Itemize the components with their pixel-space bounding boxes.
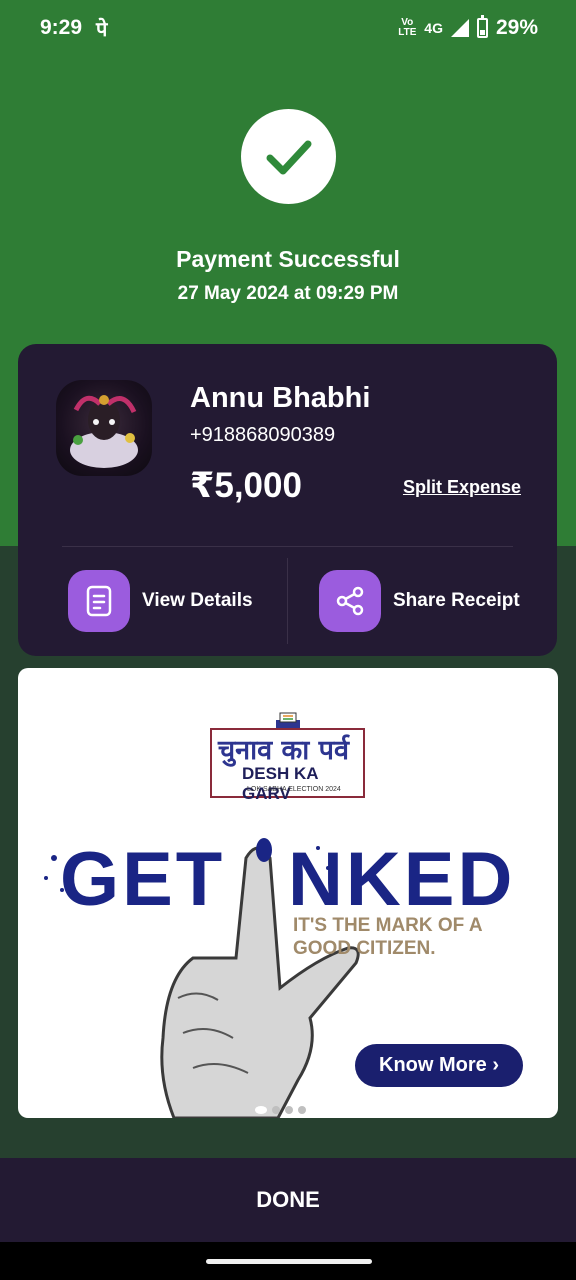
divider	[62, 546, 513, 547]
view-details-label: View Details	[142, 590, 253, 611]
carousel-dot	[255, 1106, 267, 1114]
success-check-icon	[241, 109, 336, 204]
status-time: 9:29	[40, 16, 83, 39]
page-title: Payment Successful	[176, 246, 400, 272]
share-receipt-button[interactable]: Share Receipt	[319, 570, 520, 632]
carousel-indicator	[255, 1106, 306, 1114]
battery-icon	[476, 15, 488, 38]
ad-tagline: IT'S THE MARK OF A GOOD CITIZEN.	[293, 915, 482, 959]
network-type: 4G	[424, 20, 443, 36]
split-expense-link[interactable]: Split Expense	[403, 477, 521, 498]
logo-subtitle: LOK SABHA ELECTION 2024	[247, 786, 341, 793]
logo-english-text: DESH KA GARV	[242, 764, 318, 803]
payee-phone: +918868090389	[190, 424, 336, 446]
ad-headline-right: NKED	[288, 837, 516, 922]
carousel-dot	[298, 1106, 306, 1114]
done-label: DONE	[256, 1187, 320, 1212]
share-receipt-label: Share Receipt	[393, 590, 520, 611]
home-indicator[interactable]	[206, 1259, 372, 1264]
signal-icon	[450, 19, 469, 37]
status-bar: 9:29 पे Vo LTE 4G 29%	[0, 0, 576, 56]
payment-amount: ₹5,000	[190, 466, 302, 505]
payee-name: Annu Bhabhi	[190, 382, 371, 414]
know-more-button[interactable]: Know More ›	[355, 1044, 523, 1087]
app-notification-icon: पे	[96, 16, 108, 41]
payee-card: Annu Bhabhi +918868090389 ₹5,000 Split E…	[18, 344, 557, 656]
view-details-button[interactable]: View Details	[68, 570, 253, 632]
ad-banner[interactable]: चुनाव का पर्व DESH KA GARV LOK SABHA ELE…	[18, 668, 558, 1118]
share-icon	[319, 570, 381, 632]
battery-percent: 29%	[495, 16, 538, 39]
avatar	[56, 380, 152, 476]
divider	[287, 558, 288, 644]
logo-hindi-text: चुनाव का पर्व	[218, 735, 350, 766]
election-logo: चुनाव का पर्व DESH KA GARV LOK SABHA ELE…	[210, 728, 365, 803]
document-icon	[68, 570, 130, 632]
volte-icon: Vo LTE	[398, 17, 417, 38]
carousel-dot	[272, 1106, 280, 1114]
done-button[interactable]: DONE	[0, 1158, 576, 1242]
payment-datetime: 27 May 2024 at 09:29 PM	[177, 283, 399, 304]
carousel-dot	[285, 1106, 293, 1114]
